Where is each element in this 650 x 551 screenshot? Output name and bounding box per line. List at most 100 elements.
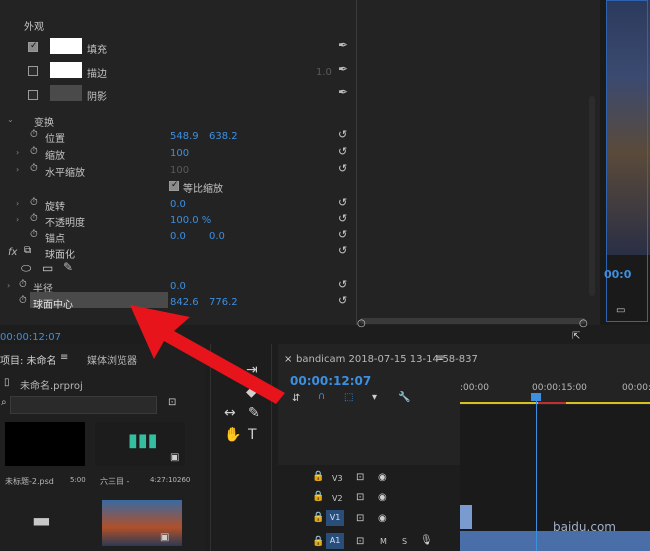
stopwatch-icon[interactable]: ⏱ xyxy=(30,213,38,224)
shadow-color-swatch[interactable] xyxy=(50,85,82,101)
stopwatch-icon[interactable]: ⏱ xyxy=(30,146,38,157)
track-label-a1[interactable]: A1 xyxy=(326,533,344,549)
scroll-right-handle[interactable]: ○ xyxy=(579,318,588,329)
expand-arrow-icon[interactable]: › xyxy=(16,165,19,174)
sync-lock-icon[interactable]: ⊡ xyxy=(356,492,364,503)
annotation-arrow-icon xyxy=(130,305,285,404)
reset-icon[interactable]: ↺ xyxy=(338,212,347,225)
program-timecode[interactable]: 00:0 xyxy=(604,268,631,281)
horizontal-scrollbar[interactable] xyxy=(360,318,586,324)
monitor-control-icon[interactable]: ▭ xyxy=(616,305,625,316)
video-clip[interactable] xyxy=(460,505,472,529)
tab-project[interactable]: 项目: 未命名 xyxy=(0,352,57,367)
eyedropper-icon[interactable]: ✒ xyxy=(338,85,348,99)
reset-icon[interactable]: ↺ xyxy=(338,162,347,175)
eyedropper-icon[interactable]: ✒ xyxy=(338,62,348,76)
reset-icon[interactable]: ↺ xyxy=(338,145,347,158)
effect-controls-timecode[interactable]: 00:00:12:07 xyxy=(0,332,61,343)
sync-lock-icon[interactable]: ⊡ xyxy=(356,472,364,483)
expand-arrow-icon[interactable]: › xyxy=(16,215,19,224)
vertical-scrollbar[interactable] xyxy=(589,96,595,296)
eye-icon[interactable]: ◉ xyxy=(378,492,387,503)
pen-mask-icon[interactable]: ✎ xyxy=(63,260,73,274)
search-icon: ⌕ xyxy=(1,397,7,408)
stopwatch-icon[interactable]: ⏱ xyxy=(30,129,38,140)
sync-lock-icon[interactable]: ⊡ xyxy=(356,536,364,547)
reset-icon[interactable]: ↺ xyxy=(338,196,347,209)
position-y-value[interactable]: 638.2 xyxy=(209,131,238,142)
microphone-icon[interactable]: 🎙 xyxy=(420,535,433,546)
playhead-line[interactable] xyxy=(536,395,537,551)
slip-tool-icon[interactable]: ↔ xyxy=(224,405,236,421)
playhead-handle[interactable] xyxy=(531,393,541,401)
rotation-value[interactable]: 0.0 xyxy=(170,199,186,210)
reset-icon[interactable]: ↺ xyxy=(338,228,347,241)
position-x-value[interactable]: 548.9 xyxy=(170,131,199,142)
fx-toggle[interactable]: fx xyxy=(8,247,17,258)
hand-tool-icon[interactable]: ✋ xyxy=(224,427,241,443)
nest-icon[interactable]: ⇵ xyxy=(292,393,300,404)
position-label: 位置 xyxy=(45,134,65,145)
lock-icon[interactable]: 🔒 xyxy=(312,491,324,502)
lock-icon[interactable]: 🔒 xyxy=(312,512,324,523)
collapse-arrow-icon[interactable]: ⌄ xyxy=(7,115,14,124)
track-label-v1[interactable]: V1 xyxy=(326,510,344,526)
mute-button[interactable]: M xyxy=(380,537,387,546)
eye-icon[interactable]: ◉ xyxy=(378,472,387,483)
stopwatch-icon[interactable]: ⏱ xyxy=(19,295,27,306)
panel-menu-icon[interactable]: ≡ xyxy=(436,353,444,364)
type-tool-icon[interactable]: T xyxy=(248,427,257,443)
anchor-x-value[interactable]: 0.0 xyxy=(170,231,186,242)
expand-arrow-icon[interactable]: › xyxy=(16,148,19,157)
panel-menu-icon[interactable]: ≡ xyxy=(60,352,68,363)
stroke-checkbox[interactable] xyxy=(28,66,38,76)
linked-selection-icon[interactable]: ⬚ xyxy=(344,392,353,403)
marker-icon[interactable]: ▾ xyxy=(372,392,377,403)
file-icon: ▯ xyxy=(4,377,10,388)
opacity-value[interactable]: 100.0 % xyxy=(170,215,211,226)
lock-icon[interactable]: 🔒 xyxy=(312,471,324,482)
folder-icon[interactable]: ▬ xyxy=(32,508,51,532)
fill-color-swatch[interactable] xyxy=(50,38,82,54)
video-thumbnail[interactable] xyxy=(102,500,182,546)
stopwatch-icon[interactable]: ⏱ xyxy=(19,279,27,290)
sequence-name[interactable]: bandicam 2018-07-15 13-14-58-837 xyxy=(296,354,478,365)
timeline-timecode[interactable]: 00:00:12:07 xyxy=(290,374,371,388)
ruler-label: 00:00:15:00 xyxy=(532,383,587,393)
stroke-width-value[interactable]: 1.0 xyxy=(316,67,332,78)
uniform-scale-label: 等比缩放 xyxy=(183,184,223,195)
stopwatch-icon[interactable]: ⏱ xyxy=(30,197,38,208)
uniform-scale-checkbox[interactable] xyxy=(169,180,179,191)
export-frame-icon[interactable]: ⇱ xyxy=(572,331,580,342)
anchor-y-value[interactable]: 0.0 xyxy=(209,231,225,242)
shadow-checkbox[interactable] xyxy=(28,90,38,100)
stopwatch-icon[interactable]: ⏱ xyxy=(30,229,38,240)
expand-arrow-icon[interactable]: › xyxy=(7,281,10,290)
lock-icon[interactable]: 🔒 xyxy=(312,536,324,547)
expand-arrow-icon[interactable]: › xyxy=(16,199,19,208)
stopwatch-icon: ⏱ xyxy=(30,163,38,174)
clip-thumbnail[interactable] xyxy=(5,422,85,466)
eyedropper-icon[interactable]: ✒ xyxy=(338,38,348,52)
audio-clip[interactable] xyxy=(460,531,650,551)
stroke-color-swatch[interactable] xyxy=(50,62,82,78)
fill-checkbox[interactable] xyxy=(28,41,38,52)
scroll-left-handle[interactable]: ○ xyxy=(357,318,366,329)
reset-icon[interactable]: ↺ xyxy=(338,244,347,257)
sphere-center-label[interactable]: 球面中心 xyxy=(33,296,73,311)
radius-value[interactable]: 0.0 xyxy=(170,281,186,292)
rectangle-mask-icon[interactable]: ▭ xyxy=(42,261,53,275)
solo-button[interactable]: S xyxy=(402,537,407,546)
reset-icon[interactable]: ↺ xyxy=(338,128,347,141)
snap-icon[interactable]: ∩ xyxy=(318,391,325,402)
ellipse-mask-icon[interactable]: ⬭ xyxy=(21,261,31,276)
scale-value[interactable]: 100 xyxy=(170,148,189,159)
anchor-label: 锚点 xyxy=(45,234,65,245)
shadow-label: 阴影 xyxy=(87,92,107,103)
reset-icon[interactable]: ↺ xyxy=(338,294,347,307)
sync-lock-icon[interactable]: ⊡ xyxy=(356,513,364,524)
reset-icon[interactable]: ↺ xyxy=(338,278,347,291)
wrench-icon[interactable]: 🔧 xyxy=(398,392,410,403)
pen-tool-icon[interactable]: ✎ xyxy=(248,405,260,421)
eye-icon[interactable]: ◉ xyxy=(378,513,387,524)
